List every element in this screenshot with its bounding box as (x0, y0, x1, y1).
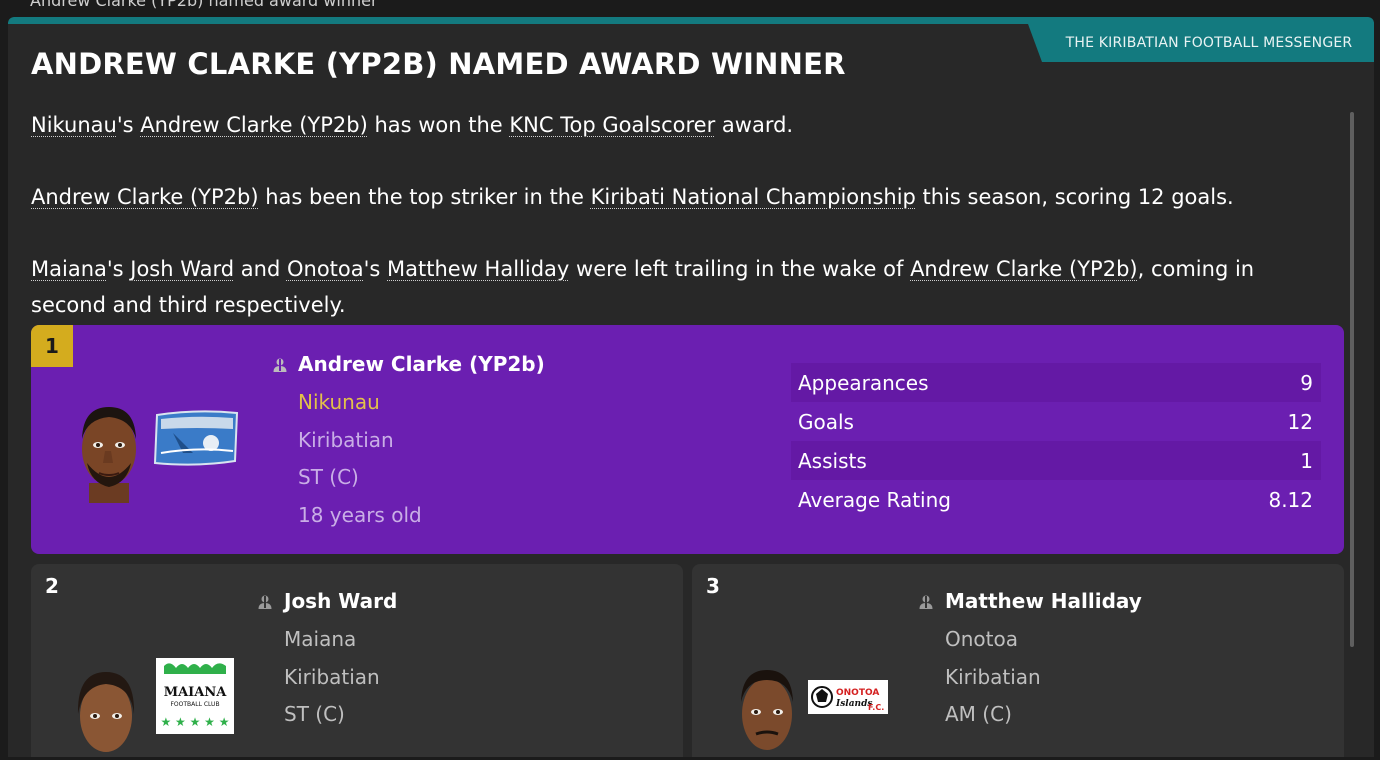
stat-row-goals: Goals 12 (791, 402, 1321, 441)
player-name[interactable]: Andrew Clarke (YP2b) (298, 352, 545, 376)
player-link-andrew-clarke[interactable]: Andrew Clarke (YP2b) (31, 185, 259, 209)
player-club[interactable]: Nikunau (298, 390, 380, 414)
stat-value: 12 (1287, 409, 1313, 434)
rank-number: 2 (45, 574, 59, 598)
stat-value: 1 (1300, 448, 1313, 473)
maiana-club-badge[interactable]: MAIANA FOOTBALL CLUB ★ ★ ★ ★ ★ (156, 658, 234, 734)
player-link-matthew-halliday[interactable]: Matthew Halliday (387, 257, 569, 281)
stat-value: 8.12 (1268, 487, 1313, 512)
player-position: ST (C) (298, 465, 359, 489)
player-link-andrew-clarke[interactable]: Andrew Clarke (YP2b) (140, 113, 368, 137)
stat-value: 9 (1300, 370, 1313, 395)
onotoa-badge-subtext: Islands (835, 699, 872, 709)
top-bar-text: Andrew Clarke (YP2b) named award winner (30, 0, 378, 10)
stat-label: Average Rating (798, 487, 951, 512)
player-position: ST (C) (284, 702, 345, 726)
player-nationality: Kiribatian (945, 665, 1041, 689)
player-nationality: Kiribatian (284, 665, 380, 689)
competition-link[interactable]: Kiribati National Championship (591, 185, 916, 209)
person-icon (273, 358, 287, 372)
news-article-panel: THE KIRIBATIAN FOOTBALL MESSENGER ANDREW… (8, 17, 1374, 757)
player-nationality: Kiribatian (298, 428, 394, 452)
svg-text:★ ★ ★ ★ ★: ★ ★ ★ ★ ★ (160, 715, 229, 729)
nikunau-club-badge[interactable] (153, 409, 239, 467)
stat-row-average-rating: Average Rating 8.12 (791, 480, 1321, 519)
person-icon (919, 595, 933, 609)
article-paragraph-1: Nikunau's Andrew Clarke (YP2b) has won t… (31, 113, 794, 137)
player-face-image[interactable] (73, 658, 139, 757)
stat-label: Appearances (798, 370, 929, 395)
panel-accent-bar (8, 17, 1374, 24)
club-link-onotoa[interactable]: Onotoa (287, 257, 364, 281)
stat-label: Goals (798, 409, 854, 434)
player-face-image[interactable] (75, 395, 143, 503)
article-headline: ANDREW CLARKE (YP2B) NAMED AWARD WINNER (31, 47, 846, 81)
player-name[interactable]: Josh Ward (284, 589, 397, 613)
club-link-nikunau[interactable]: Nikunau (31, 113, 117, 137)
award-winner-card: 1 Andrew Clarke (YP2b) Nikunau Kiribatia… (31, 325, 1344, 554)
player-face-image[interactable] (734, 656, 800, 757)
runner-up-card-2: 2 MAIANA FOOTBALL CLUB ★ ★ ★ ★ ★ Josh Wa… (31, 564, 683, 757)
player-link-andrew-clarke[interactable]: Andrew Clarke (YP2b) (910, 257, 1138, 281)
vertical-scrollbar[interactable] (1350, 112, 1354, 647)
stat-label: Assists (798, 448, 867, 473)
person-icon (258, 595, 272, 609)
stat-row-appearances: Appearances 9 (791, 363, 1321, 402)
player-position: AM (C) (945, 702, 1012, 726)
player-name[interactable]: Matthew Halliday (945, 589, 1142, 613)
award-link[interactable]: KNC Top Goalscorer (509, 113, 715, 137)
club-link-maiana[interactable]: Maiana (31, 257, 107, 281)
runner-up-card-3: 3 ONOTOA Islands F.C. Matthew Halliday O… (692, 564, 1344, 757)
maiana-badge-subtext: FOOTBALL CLUB (170, 701, 219, 708)
top-bar: Andrew Clarke (YP2b) named award winner (0, 0, 1380, 18)
player-club[interactable]: Maiana (284, 627, 356, 651)
news-source-label: THE KIRIBATIAN FOOTBALL MESSENGER (1065, 35, 1353, 51)
player-stats-table: Appearances 9 Goals 12 Assists 1 Average… (791, 363, 1321, 519)
maiana-badge-text: MAIANA (164, 685, 228, 700)
onotoa-badge-suffix: F.C. (868, 703, 884, 712)
rank-badge: 1 (31, 325, 73, 367)
onotoa-badge-text: ONOTOA (836, 688, 879, 698)
rank-number: 3 (706, 574, 720, 598)
article-paragraph-3: Maiana's Josh Ward and Onotoa's Matthew … (31, 257, 1255, 317)
news-source-tab: THE KIRIBATIAN FOOTBALL MESSENGER (1028, 24, 1374, 62)
player-age: 18 years old (298, 503, 422, 527)
player-club[interactable]: Onotoa (945, 627, 1018, 651)
stat-row-assists: Assists 1 (791, 441, 1321, 480)
player-link-josh-ward[interactable]: Josh Ward (130, 257, 234, 281)
onotoa-club-badge[interactable]: ONOTOA Islands F.C. (808, 680, 888, 714)
article-paragraph-2: Andrew Clarke (YP2b) has been the top st… (31, 185, 1234, 209)
